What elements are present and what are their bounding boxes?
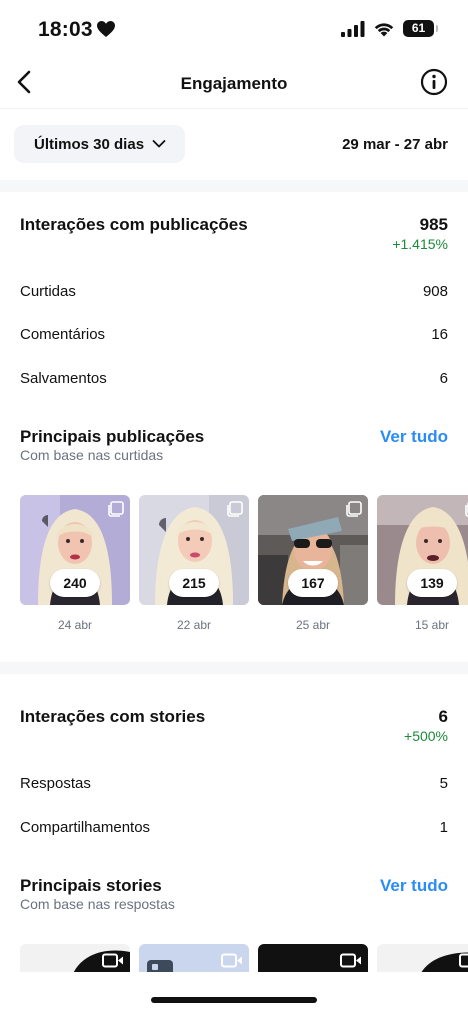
multiple-photos-icon	[227, 501, 243, 517]
top-posts-see-all-link[interactable]: Ver tudo	[380, 427, 448, 447]
wifi-icon	[374, 22, 394, 36]
post-thumbnail[interactable]: 215	[139, 495, 249, 605]
cellular-signal-icon	[341, 20, 365, 37]
metric-value-saves: 6	[439, 370, 448, 387]
top-stories-carousel[interactable]	[20, 944, 468, 972]
metric-value-replies: 5	[439, 775, 448, 792]
battery-icon: 61	[403, 20, 438, 37]
metric-label-likes: Curtidas	[20, 283, 76, 300]
video-icon	[221, 953, 242, 968]
status-bar: 18:03 61	[0, 0, 468, 60]
post-card[interactable]: 139 15 abr	[377, 495, 468, 632]
post-card[interactable]: 215 22 abr	[139, 495, 249, 632]
date-range-label: Últimos 30 dias	[34, 135, 145, 153]
status-time: 18:03	[38, 18, 93, 41]
multiple-photos-icon	[108, 501, 124, 517]
video-icon	[102, 953, 123, 968]
multiple-photos-icon	[346, 501, 362, 517]
post-interactions-total: 985	[419, 215, 448, 234]
post-date: 25 abr	[295, 618, 331, 632]
metric-label-shares: Compartilhamentos	[20, 819, 151, 836]
post-interactions-delta: +1.415%	[392, 236, 448, 252]
story-interactions-total: 6	[438, 707, 448, 726]
video-icon	[459, 953, 468, 968]
story-thumbnail[interactable]	[377, 944, 468, 972]
post-interactions-title: Interações com publicações	[20, 215, 248, 234]
post-card[interactable]: 167 25 abr	[258, 495, 368, 632]
info-icon[interactable]	[420, 68, 448, 96]
likes-count-badge: 167	[288, 569, 338, 597]
heart-icon	[97, 21, 115, 37]
metric-label-comments: Comentários	[20, 326, 106, 343]
post-card[interactable]: 240 24 abr	[20, 495, 130, 632]
battery-level: 61	[411, 21, 426, 35]
page-title: Engajamento	[180, 74, 288, 93]
post-date: 24 abr	[57, 618, 93, 632]
story-thumbnail[interactable]	[139, 944, 249, 972]
story-interactions-title: Interações com stories	[20, 707, 206, 726]
video-icon	[340, 953, 361, 968]
likes-count-badge: 139	[407, 569, 457, 597]
metric-value-comments: 16	[431, 326, 448, 343]
metric-value-shares: 1	[439, 819, 448, 836]
post-date: 22 abr	[176, 618, 212, 632]
top-posts-subtitle: Com base nas curtidas	[20, 447, 164, 463]
date-range-dropdown[interactable]: Últimos 30 dias	[14, 125, 185, 163]
post-date: 15 abr	[414, 618, 450, 632]
top-posts-carousel[interactable]: 240 24 abr 215 22 abr 167 25 abr 139 15 …	[20, 495, 468, 640]
home-indicator[interactable]	[151, 997, 317, 1003]
top-stories-title: Principais stories	[20, 876, 162, 895]
chevron-down-icon	[152, 140, 166, 148]
story-interactions-delta: +500%	[404, 728, 448, 744]
story-thumbnail[interactable]	[20, 944, 130, 972]
filter-row: Últimos 30 dias 29 mar - 27 abr	[0, 108, 468, 180]
post-thumbnail[interactable]: 167	[258, 495, 368, 605]
post-thumbnail[interactable]: 240	[20, 495, 130, 605]
story-image	[421, 952, 468, 972]
story-thumbnail[interactable]	[258, 944, 368, 972]
likes-count-badge: 215	[169, 569, 219, 597]
nav-bar: Engajamento	[0, 60, 468, 108]
post-thumbnail[interactable]: 139	[377, 495, 468, 605]
metric-label-replies: Respostas	[20, 775, 91, 792]
date-range-text: 29 mar - 27 abr	[342, 136, 448, 153]
metric-value-likes: 908	[422, 283, 448, 300]
likes-count-badge: 240	[50, 569, 100, 597]
metric-label-saves: Salvamentos	[20, 370, 107, 387]
top-posts-title: Principais publicações	[20, 427, 205, 446]
top-stories-subtitle: Com base nas respostas	[20, 896, 175, 912]
section-divider	[0, 180, 468, 192]
section-divider	[0, 662, 468, 674]
top-stories-see-all-link[interactable]: Ver tudo	[380, 876, 448, 896]
